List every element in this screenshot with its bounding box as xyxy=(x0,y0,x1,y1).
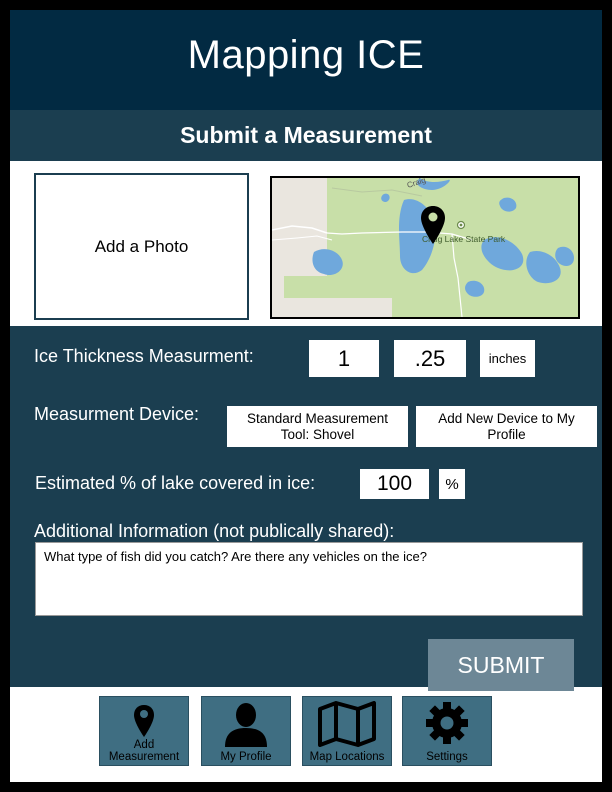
nav-my-profile[interactable]: My Profile xyxy=(201,696,291,766)
thickness-fraction-input[interactable] xyxy=(394,340,466,377)
person-icon xyxy=(202,701,290,747)
additional-info-input[interactable]: What type of fish did you catch? Are the… xyxy=(35,542,583,616)
nav-settings[interactable]: Settings xyxy=(402,696,492,766)
thickness-unit-select[interactable]: inches xyxy=(480,340,535,377)
nav-my-profile-label: My Profile xyxy=(220,751,272,763)
nav-map-locations-label: Map Locations xyxy=(309,751,385,763)
map-image: Craig Lake State Park Craig xyxy=(272,178,578,317)
thickness-whole-input[interactable] xyxy=(309,340,379,377)
add-photo-label: Add a Photo xyxy=(94,236,189,256)
map-pin-icon xyxy=(100,701,188,743)
coverage-input[interactable] xyxy=(360,469,429,499)
nav-map-locations[interactable]: Map Locations xyxy=(302,696,392,766)
nav-add-measurement-label: Add Measurement xyxy=(108,739,180,763)
coverage-label: Estimated % of lake covered in ice: xyxy=(35,473,316,493)
form-header: Submit a Measurement xyxy=(10,110,602,161)
device-label: Measurment Device: xyxy=(34,404,200,424)
gear-icon xyxy=(403,701,491,744)
add-device-button[interactable]: Add New Device to My Profile xyxy=(416,406,597,447)
coverage-unit: % xyxy=(439,469,465,499)
nav-add-measurement[interactable]: Add Measurement xyxy=(99,696,189,766)
app-header: Mapping ICE xyxy=(10,10,602,110)
measurement-form: Ice Thickness Measurment: inches Measurm… xyxy=(10,326,602,691)
app-title: Mapping ICE xyxy=(187,32,425,77)
form-title: Submit a Measurement xyxy=(180,122,432,148)
add-photo-button[interactable]: Add a Photo xyxy=(34,173,249,320)
current-device-button[interactable]: Standard Measurement Tool: Shovel xyxy=(227,406,408,447)
location-map[interactable]: Craig Lake State Park Craig xyxy=(270,176,580,319)
thickness-label: Ice Thickness Measurment: xyxy=(34,346,254,366)
nav-settings-label: Settings xyxy=(426,751,468,763)
map-icon xyxy=(303,701,391,747)
submit-button[interactable]: SUBMIT xyxy=(428,639,574,691)
additional-info-label: Additional Information (not publically s… xyxy=(34,521,395,541)
app-frame: Mapping ICE Submit a Measurement Add a P… xyxy=(10,10,602,782)
